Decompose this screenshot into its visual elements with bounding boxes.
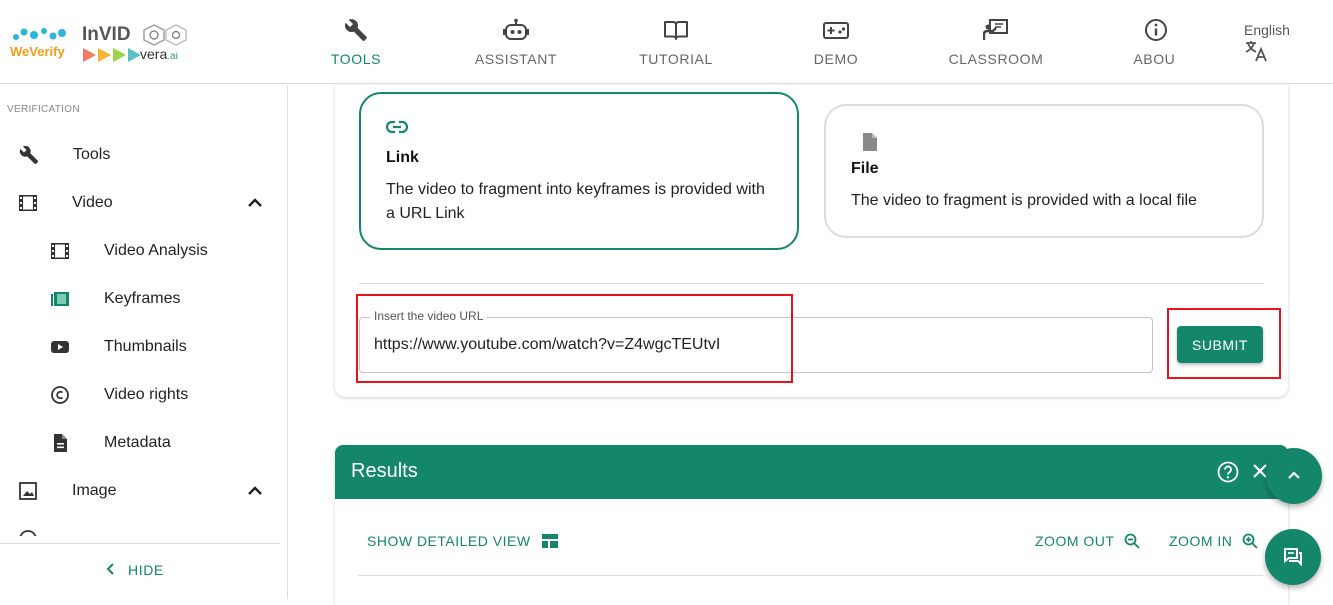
nav-tab-assistant[interactable]: ASSISTANT: [436, 0, 596, 84]
chevron-up-icon[interactable]: [245, 481, 265, 501]
sidebar-item-thumbnails[interactable]: Thumbnails: [0, 324, 287, 372]
divider: [359, 283, 1264, 284]
vera-ai-logo-icon: [143, 24, 187, 46]
vera-text: vera: [140, 46, 168, 62]
chevron-up-icon: [1288, 471, 1300, 479]
sidebar-item-video[interactable]: Video: [0, 180, 287, 228]
results-title: Results: [351, 460, 418, 482]
robot-icon: [503, 18, 529, 40]
zoom-out-label: ZOOM OUT: [1035, 533, 1115, 549]
sidebar-item-metadata[interactable]: Metadata: [0, 420, 287, 468]
highlight-url-box: [356, 294, 793, 383]
nav-tab-label: ASSISTANT: [474, 51, 558, 67]
chat-icon: [1284, 548, 1302, 567]
classroom-icon: [983, 19, 1008, 40]
sidebar-item-label: Video Analysis: [104, 242, 208, 259]
language-label: English: [1244, 22, 1290, 38]
copyright-icon: [51, 386, 69, 404]
dashboard-icon: [541, 534, 558, 548]
invid-logo-text: InVID: [82, 24, 131, 45]
nav-tab-demo[interactable]: DEMO: [756, 0, 916, 84]
vera-ai-logo-text: vera.ai: [140, 46, 178, 62]
info-icon: [1145, 19, 1167, 41]
top-app-bar: WeVerify InVID vera.ai TOOLS ASSISTANT T…: [0, 0, 1333, 84]
wrench-icon: [344, 19, 367, 41]
nav-tab-classroom[interactable]: CLASSROOM: [916, 0, 1076, 84]
help-icon[interactable]: [1217, 461, 1239, 483]
sidebar-item-partial[interactable]: [0, 516, 287, 536]
file-option-title: File: [851, 160, 879, 177]
link-icon: [386, 120, 408, 134]
sidebar-item-label: Video rights: [104, 386, 189, 403]
link-option-title: Link: [386, 149, 419, 166]
file-option-description: The video to fragment is provided with a…: [851, 192, 1197, 209]
film-icon: [19, 195, 37, 211]
file-option-card[interactable]: File The video to fragment is provided w…: [824, 104, 1264, 238]
chat-button[interactable]: [1265, 529, 1321, 585]
nav-tab-label: TUTORIAL: [639, 51, 713, 67]
highlight-submit-box: [1167, 308, 1281, 379]
show-detailed-view-button[interactable]: SHOW DETAILED VIEW: [367, 533, 559, 549]
sidebar-item-label: Metadata: [104, 434, 171, 451]
image-icon: [19, 482, 37, 500]
translate-icon: [1245, 41, 1267, 62]
sidebar-item-label: Image: [72, 482, 117, 499]
weverify-logo-text: WeVerify: [10, 44, 65, 59]
document-icon: [54, 434, 67, 452]
zoom-out-icon: [1125, 533, 1141, 549]
sidebar-item-label: Video: [72, 194, 113, 211]
circle-icon: [19, 530, 37, 536]
link-option-description: The video to fragment into keyframes is …: [386, 181, 765, 222]
sidebar-item-image[interactable]: Image: [0, 468, 287, 516]
file-icon: [863, 133, 877, 151]
sidebar-section-title: VERIFICATION: [7, 104, 80, 115]
sidebar-item-label: Tools: [73, 146, 111, 163]
language-selector[interactable]: English: [1244, 22, 1314, 67]
wrench-icon: [19, 145, 39, 165]
nav-tab-label: TOOLS: [330, 51, 382, 67]
chevron-up-icon[interactable]: [245, 193, 265, 213]
hide-sidebar-button[interactable]: HIDE: [106, 562, 164, 578]
zoom-in-icon: [1242, 533, 1259, 549]
sidebar-item-video-rights[interactable]: Video rights: [0, 372, 287, 420]
hide-label: HIDE: [128, 562, 164, 578]
invid-logo-icon: [83, 48, 141, 62]
sidebar-item-label: Keyframes: [104, 290, 181, 307]
sidebar-footer: HIDE: [0, 543, 280, 599]
results-panel: Results SHOW DETAILED VIEW ZOOM OUT ZOOM…: [335, 445, 1288, 605]
nav-tab-label: ABOU': [1133, 51, 1176, 67]
scroll-to-top-button[interactable]: [1266, 448, 1322, 504]
zoom-in-label: ZOOM IN: [1169, 533, 1233, 549]
show-detailed-view-label: SHOW DETAILED VIEW: [367, 533, 531, 549]
nav-tab-tools[interactable]: TOOLS: [276, 0, 436, 84]
sidebar-item-video-analysis[interactable]: Video Analysis: [0, 228, 287, 276]
link-option-card[interactable]: Link The video to fragment into keyframe…: [359, 92, 799, 250]
sidebar-item-keyframes[interactable]: Keyframes: [0, 276, 287, 324]
sidebar-item-label: Thumbnails: [104, 338, 187, 355]
brand-logos: WeVerify InVID vera.ai: [10, 20, 200, 66]
chevron-left-icon: [106, 562, 116, 578]
divider: [358, 575, 1263, 576]
sidebar-item-tools[interactable]: Tools: [0, 132, 287, 180]
zoom-out-button[interactable]: ZOOM OUT: [1035, 533, 1141, 549]
results-header: Results: [335, 445, 1288, 499]
gamepad-icon: [823, 22, 849, 39]
zoom-in-button[interactable]: ZOOM IN: [1169, 533, 1259, 549]
nav-tab-about[interactable]: ABOU': [1076, 0, 1176, 84]
weverify-logo-icon: [13, 28, 66, 40]
sidebar: VERIFICATION Tools Video Video Analysis …: [0, 85, 288, 599]
vera-ai-suffix: .ai: [167, 51, 178, 62]
book-icon: [664, 21, 688, 40]
film-icon: [51, 243, 69, 259]
youtube-icon: [51, 341, 69, 353]
nav-tab-label: CLASSROOM: [948, 51, 1044, 67]
nav-tab-label: DEMO: [813, 51, 859, 67]
keyframes-icon: [51, 292, 69, 306]
nav-tab-tutorial[interactable]: TUTORIAL: [596, 0, 756, 84]
